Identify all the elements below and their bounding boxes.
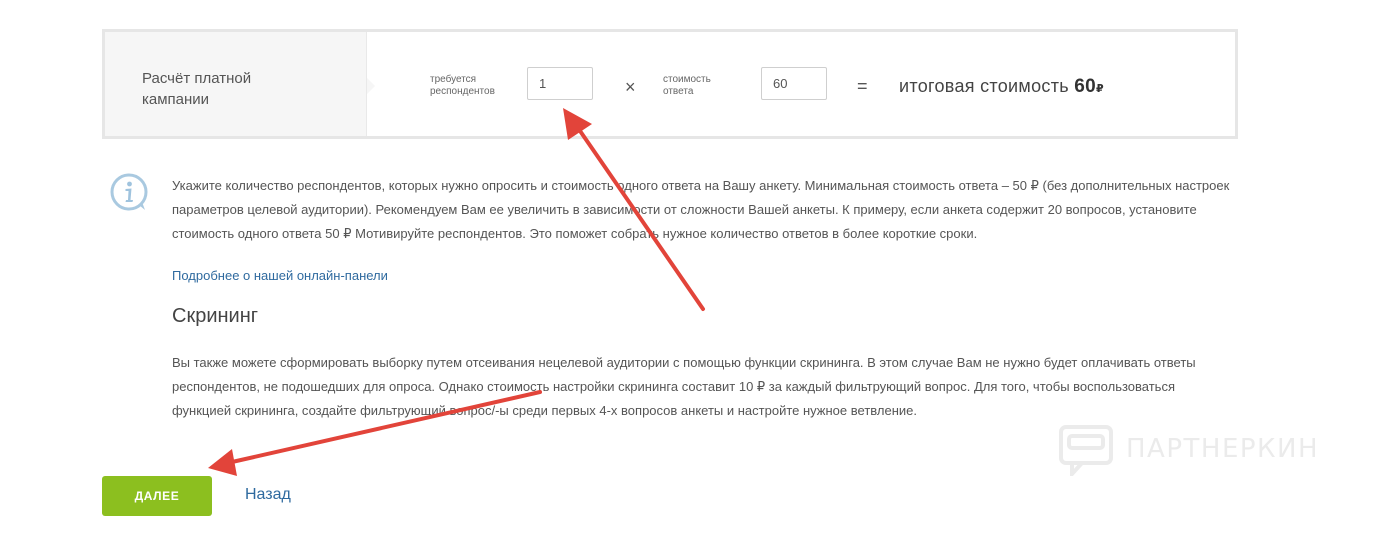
total-cost: итоговая стоимость 60₽: [899, 76, 1104, 98]
cost-label-line2: ответа: [663, 86, 694, 97]
screening-text: Вы также можете сформировать выборку пут…: [172, 355, 1196, 418]
total-cost-currency: ₽: [1095, 83, 1104, 95]
next-button[interactable]: ДАЛЕЕ: [102, 476, 212, 516]
screening-title: Скрининг: [172, 305, 259, 327]
back-link[interactable]: Назад: [245, 486, 291, 504]
total-cost-label: итоговая стоимость: [899, 76, 1069, 96]
respondents-input[interactable]: [527, 67, 593, 100]
cost-per-answer-label: стоимость ответа: [663, 74, 711, 98]
total-cost-value: 60: [1074, 76, 1096, 97]
online-panel-link[interactable]: Подробнее о нашей онлайн-панели: [172, 268, 388, 283]
cost-per-answer-input[interactable]: [761, 67, 827, 100]
multiply-sign: ×: [625, 77, 636, 97]
page: Расчёт платной кампании требуется респон…: [0, 0, 1383, 533]
calculator-fields: требуется респондентов × стоимость ответ…: [367, 32, 1235, 136]
watermark-text: ПАРТНЕРКИН: [1126, 434, 1320, 464]
calculator-title: Расчёт платной кампании: [105, 32, 375, 136]
equals-sign: =: [857, 76, 868, 96]
respondents-label-line1: требуется: [430, 74, 477, 85]
respondents-label: требуется респондентов: [430, 74, 495, 98]
watermark-logo-icon: [1059, 425, 1113, 476]
calculator-title-line1: Расчёт платной: [142, 70, 252, 87]
calculator-title-line2: кампании: [142, 91, 210, 108]
respondents-label-line2: респондентов: [430, 86, 495, 97]
info-icon: [110, 173, 148, 211]
paid-campaign-calculator: Расчёт платной кампании требуется респон…: [102, 29, 1238, 139]
info-text: Укажите количество респондентов, которых…: [172, 178, 1230, 241]
cost-label-line1: стоимость: [663, 74, 711, 85]
watermark: ПАРТНЕРКИН: [1058, 424, 1338, 476]
